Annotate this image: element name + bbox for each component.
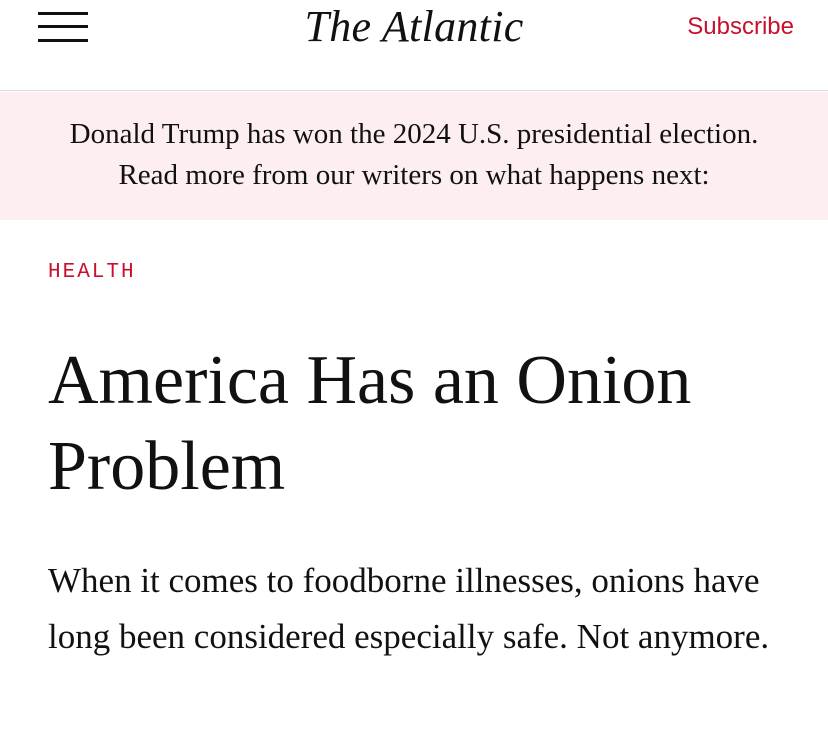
site-header: The Atlantic Subscribe — [0, 0, 828, 91]
article-headline: America Has an Onion Problem — [48, 342, 692, 505]
election-banner[interactable]: Donald Trump has won the 2024 U.S. presi… — [0, 92, 828, 220]
section-label[interactable]: HEALTH — [48, 261, 136, 284]
banner-line-1: Donald Trump has won the 2024 U.S. presi… — [69, 118, 759, 150]
subscribe-link[interactable]: Subscribe — [687, 12, 794, 42]
article-dek: When it comes to foodborne illnesses, on… — [48, 561, 770, 656]
banner-line-2: Read more from our writers on what happe… — [118, 159, 710, 191]
